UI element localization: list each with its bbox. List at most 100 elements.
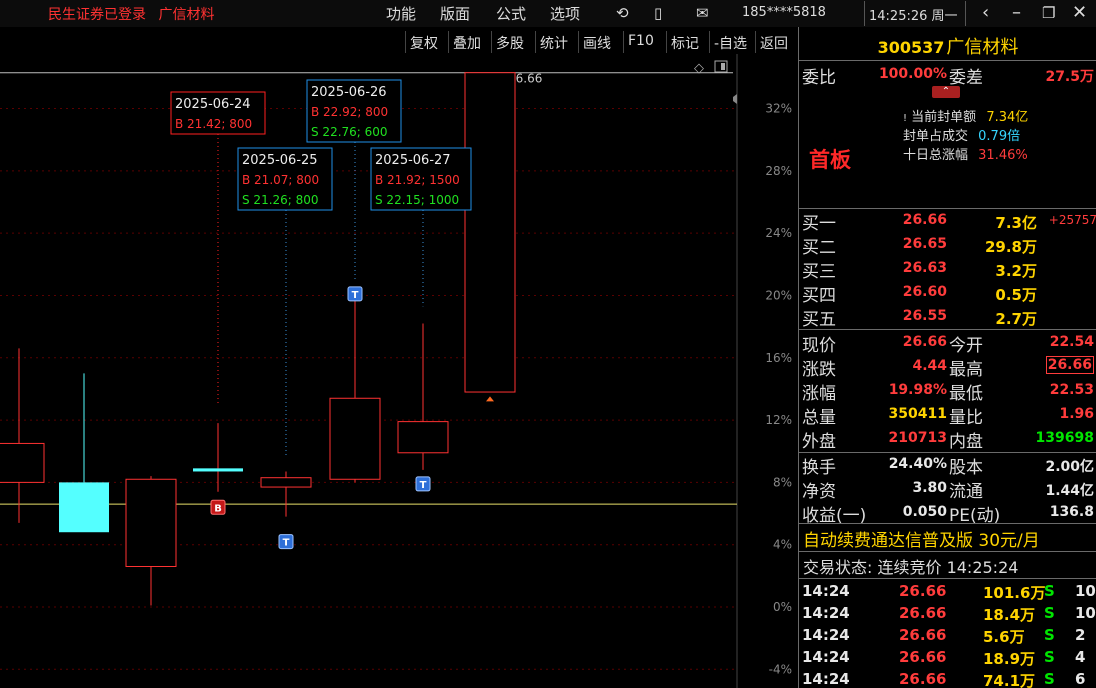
bid-change: +25757 xyxy=(1048,213,1096,227)
stat-row: 外盘 210713 内盘 139698 xyxy=(799,427,1096,452)
restore-icon[interactable]: ❐ xyxy=(1042,4,1055,22)
tool-huaxian-button[interactable]: 画线 xyxy=(578,31,615,53)
trade-marker[interactable]: T xyxy=(278,534,294,550)
feng-value: 31.46% xyxy=(978,148,1028,163)
menu-gongshi[interactable]: 公式 xyxy=(496,3,526,24)
mail-icon[interactable]: ✉ xyxy=(696,4,709,22)
chart-toolbar: 复权 叠加 多股 统计 画线 F10 标记 -自选 返回 xyxy=(0,29,798,54)
trade-price: 26.66 xyxy=(899,648,947,666)
account-phone[interactable]: 185****5818 xyxy=(742,5,826,20)
marker-label: B xyxy=(214,503,222,514)
menu-xuanxiang[interactable]: 选项 xyxy=(550,3,580,24)
bid-label: 买四 xyxy=(802,286,836,306)
tool-fuquan-button[interactable]: 复权 xyxy=(405,31,442,53)
stat-row: 现价 26.66 今开 22.54 xyxy=(799,331,1096,356)
trade-row[interactable]: 14:24 26.66 101.6万 S 10 xyxy=(799,581,1096,603)
stat-label: 内盘 xyxy=(949,432,983,452)
y-tick-label: 8% xyxy=(773,475,792,489)
trade-count: 6 xyxy=(1075,670,1086,688)
stat-value: 26.66 xyxy=(1045,356,1094,374)
diamond-icon[interactable]: ◇ xyxy=(694,61,704,76)
bid-price: 26.63 xyxy=(902,260,947,276)
stat-value: 24.40% xyxy=(888,456,947,472)
menu-gongneng[interactable]: 功能 xyxy=(386,3,416,24)
trade-count: 4 xyxy=(1075,648,1086,666)
candle-body[interactable] xyxy=(329,397,381,480)
bid-price: 26.60 xyxy=(902,284,947,300)
tool-duogu-button[interactable]: 多股 xyxy=(491,31,528,53)
candle-body[interactable] xyxy=(464,72,516,393)
trade-marker[interactable]: T xyxy=(415,476,431,492)
tool-zixuan-button[interactable]: -自选 xyxy=(709,31,751,53)
feng-label: 当前封单额 xyxy=(911,110,977,125)
title-stock-name[interactable]: 广信材料 xyxy=(158,7,214,23)
stat-label: 净资 xyxy=(802,482,836,502)
trade-side: S xyxy=(1044,670,1055,688)
tool-tongji-button[interactable]: 统计 xyxy=(535,31,572,53)
trade-row[interactable]: 14:24 26.66 5.6万 S 2 xyxy=(799,625,1096,647)
collapse-icon[interactable]: ⌃ xyxy=(932,86,960,98)
trade-annotation[interactable]: 2025-06-24 B 21.42; 800 xyxy=(170,91,266,135)
back-icon[interactable]: ‹ xyxy=(982,2,989,23)
trade-marker[interactable]: T xyxy=(347,286,363,302)
open-triangle-marker xyxy=(486,396,494,402)
bid-row[interactable]: 买四 26.60 0.5万 xyxy=(799,281,1096,306)
fundamental-row: 换手 24.40% 股本 2.00亿 xyxy=(799,453,1096,478)
trade-row[interactable]: 14:24 26.66 74.1万 S 6 xyxy=(799,669,1096,688)
limit-up-info: ⌃ 首板 ! 当前封单额 7.34亿 封单占成交 0.79倍 十日总涨幅 31.… xyxy=(799,86,1096,210)
trade-annotation[interactable]: 2025-06-27 B 21.92; 1500 S 22.15; 1000 xyxy=(370,147,472,211)
trade-annotation[interactable]: 2025-06-25 B 21.07; 800 S 21.26; 800 xyxy=(237,147,333,211)
minimize-icon[interactable]: – xyxy=(1012,2,1021,23)
bid-row[interactable]: 买五 26.55 2.7万 xyxy=(799,305,1096,330)
trade-price: 26.66 xyxy=(899,670,947,688)
y-tick-label: 0% xyxy=(773,600,792,614)
trade-time: 14:24 xyxy=(802,582,850,600)
feng-value: 7.34亿 xyxy=(986,110,1029,125)
tool-diejia-button[interactable]: 叠加 xyxy=(448,31,485,53)
tool-f10-button[interactable]: F10 xyxy=(623,31,658,53)
candle-body[interactable] xyxy=(193,468,243,472)
cursor-arrow-icon xyxy=(733,94,737,104)
bid-label: 买一 xyxy=(802,214,836,234)
kline-chart[interactable]: 32%28%24%20%16%12%8%4%0%-4% 26.66 BTTT 2… xyxy=(0,54,798,688)
feng-label: 封单占成交 xyxy=(903,129,969,144)
trade-volume: 18.4万 xyxy=(983,606,1036,624)
divider xyxy=(799,551,1096,552)
annotation-date: 2025-06-24 xyxy=(175,97,251,112)
bid-price: 26.65 xyxy=(902,236,947,252)
candle-body[interactable] xyxy=(0,442,45,483)
tool-fanhui-button[interactable]: 返回 xyxy=(755,31,792,53)
info-icon: ! xyxy=(903,113,908,124)
close-icon[interactable]: ✕ xyxy=(1072,2,1087,23)
trade-row[interactable]: 14:24 26.66 18.4万 S 10 xyxy=(799,603,1096,625)
bid-label: 买三 xyxy=(802,262,836,282)
bid-row[interactable]: 买二 26.65 29.8万 xyxy=(799,233,1096,258)
buy-marker[interactable]: B xyxy=(210,499,226,515)
trade-row[interactable]: 14:24 26.66 18.9万 S 4 xyxy=(799,647,1096,669)
refresh-icon[interactable]: ⟲ xyxy=(616,4,629,22)
stat-row: 总量 350411 量比 1.96 xyxy=(799,403,1096,428)
bid-row[interactable]: 买一 26.66 7.3亿 +25757 xyxy=(799,209,1096,234)
stat-label: 最高 xyxy=(949,360,983,380)
tool-biaoji-button[interactable]: 标记 xyxy=(666,31,703,53)
menu-banmian[interactable]: 版面 xyxy=(440,3,470,24)
trade-time: 14:24 xyxy=(802,626,850,644)
chart-corner-icons[interactable]: ◇ xyxy=(694,60,728,76)
y-tick-label: 16% xyxy=(765,351,792,365)
weicha-value: 27.5万 xyxy=(1045,69,1094,85)
stat-label: 流通 xyxy=(949,482,983,502)
marker-label: T xyxy=(352,290,359,301)
annotation-date: 2025-06-26 xyxy=(311,85,387,100)
stat-value: 2.00亿 xyxy=(1045,459,1094,475)
phone-icon[interactable]: ▯ xyxy=(654,4,662,22)
trade-volume: 101.6万 xyxy=(983,584,1046,602)
promo-banner[interactable]: 自动续费通达信普及版 30元/月 xyxy=(803,526,1040,551)
candle-body[interactable] xyxy=(125,478,177,567)
stat-value: 136.8 xyxy=(1049,504,1094,520)
trade-time: 14:24 xyxy=(802,648,850,666)
candle-body[interactable] xyxy=(260,477,312,488)
bid-row[interactable]: 买三 26.63 3.2万 xyxy=(799,257,1096,282)
trade-annotation[interactable]: 2025-06-26 B 22.92; 800 S 22.76; 600 xyxy=(306,79,402,143)
candle-body[interactable] xyxy=(59,482,109,533)
candle-body[interactable] xyxy=(397,421,449,454)
